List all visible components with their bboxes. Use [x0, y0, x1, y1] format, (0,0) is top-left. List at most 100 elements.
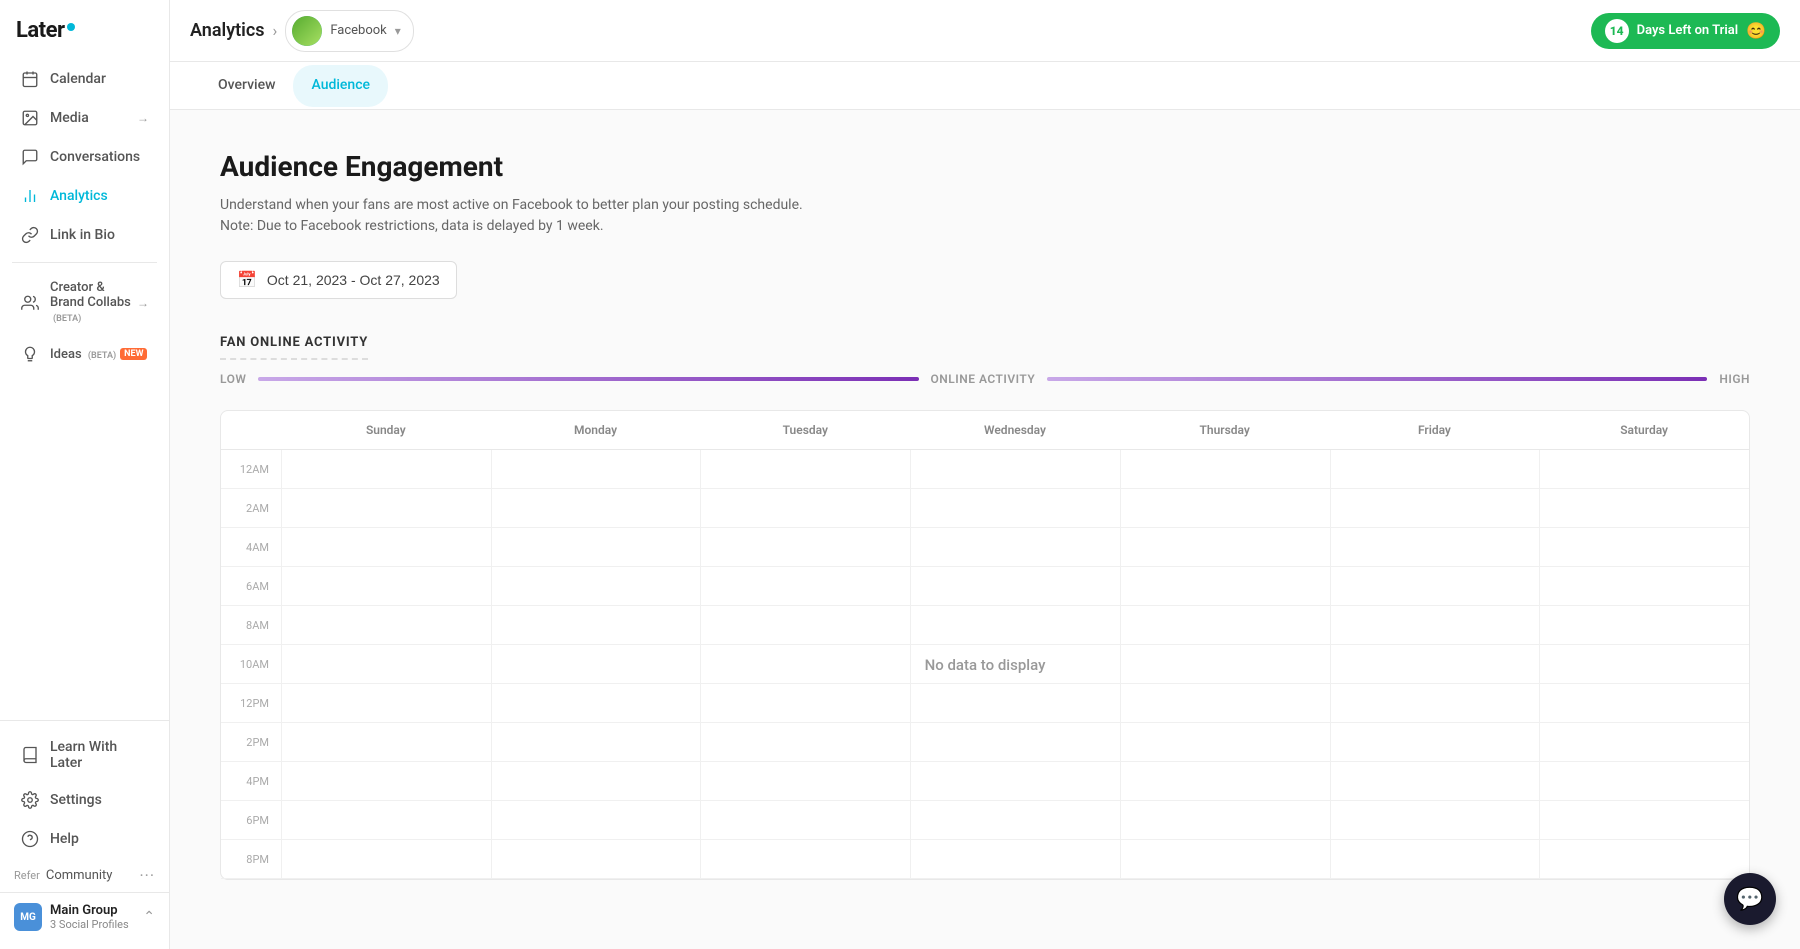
heatmap-time-label: 6AM [221, 567, 281, 605]
beta-badge-creator: (BETA) [53, 314, 81, 324]
heatmap-row: 8PM [221, 840, 1749, 879]
heatmap-cell [491, 645, 701, 683]
tab-overview[interactable]: Overview [200, 65, 293, 107]
workspace-avatar: MG [14, 903, 42, 931]
fan-activity-section: FAN ONLINE ACTIVITY LOW ONLINE ACTIVITY … [220, 331, 1750, 880]
sidebar-label-media: Media [50, 110, 89, 126]
profile-dropdown-button[interactable]: Facebook ▾ [285, 10, 414, 52]
date-range-button[interactable]: 📅 Oct 21, 2023 - Oct 27, 2023 [220, 261, 457, 299]
sidebar-bottom: Learn With Later Settings Help Refer Com… [0, 720, 169, 949]
sidebar-item-settings[interactable]: Settings [6, 781, 163, 819]
tabs-container: Overview Audience [170, 62, 1800, 110]
heatmap-cell [910, 684, 1120, 722]
chat-bubble-icon: 💬 [1736, 887, 1763, 912]
chat-button[interactable]: 💬 [1724, 873, 1776, 925]
sidebar-item-ideas[interactable]: Ideas (BETA) NEW [6, 335, 163, 373]
sidebar-label-calendar: Calendar [50, 71, 106, 87]
nav-divider-1 [12, 262, 157, 263]
sidebar-item-creator-brand[interactable]: Creator & Brand Collabs (BETA) → [6, 271, 163, 334]
logo-text: Later [16, 18, 65, 43]
heatmap-time-label: 2PM [221, 723, 281, 761]
heatmap-cell [910, 723, 1120, 761]
main-content: Analytics › Facebook ▾ 14 Days Left on T… [170, 0, 1800, 949]
heatmap-cell [1330, 684, 1540, 722]
book-icon [20, 745, 40, 765]
refer-label: Refer [14, 869, 40, 882]
heatmap-cell [1330, 723, 1540, 761]
heatmap-row: 8AM [221, 606, 1749, 645]
trial-days-number: 14 [1605, 19, 1629, 43]
heatmap-cell [910, 801, 1120, 839]
header-analytics-label: Analytics [190, 20, 265, 41]
profile-name-label: Facebook [330, 23, 386, 38]
heatmap-time-label: 4PM [221, 762, 281, 800]
heatmap-cell [1120, 606, 1330, 644]
chat-icon [20, 147, 40, 167]
heatmap-cell [1120, 801, 1330, 839]
sidebar-item-refer[interactable]: Refer Community ··· [0, 859, 169, 892]
page-description: Understand when your fans are most activ… [220, 195, 1750, 237]
image-icon [20, 108, 40, 128]
heatmap-cell [1330, 645, 1540, 683]
workspace-item[interactable]: MG Main Group 3 Social Profiles ⌃ [0, 892, 169, 941]
community-label: Community [46, 868, 113, 883]
heatmap-row: 4AM [221, 528, 1749, 567]
heatmap-col-tuesday: Tuesday [700, 411, 910, 449]
sidebar-item-help[interactable]: Help [6, 820, 163, 858]
heatmap-cell [700, 489, 910, 527]
heatmap-cell [1330, 801, 1540, 839]
heatmap-col-sunday: Sunday [281, 411, 491, 449]
workspace-sub: 3 Social Profiles [50, 918, 139, 931]
heatmap-time-label: 2AM [221, 489, 281, 527]
heatmap-cell [700, 528, 910, 566]
bulb-icon [20, 344, 40, 364]
beta-badge-ideas: (BETA) [88, 351, 116, 361]
heatmap-row: 6PM [221, 801, 1749, 840]
legend-row: LOW ONLINE ACTIVITY HIGH [220, 372, 1750, 386]
sidebar-item-learn[interactable]: Learn With Later [6, 730, 163, 780]
heatmap-col-thursday: Thursday [1120, 411, 1330, 449]
heatmap-cell [1120, 723, 1330, 761]
creator-arrow-icon: → [137, 296, 149, 310]
sidebar-item-link-in-bio[interactable]: Link in Bio [6, 216, 163, 254]
heatmap-col-friday: Friday [1330, 411, 1540, 449]
description-line1: Understand when your fans are most activ… [220, 195, 1750, 216]
sidebar-item-conversations[interactable]: Conversations [6, 138, 163, 176]
heatmap-cell [700, 762, 910, 800]
heatmap-row: 12AM [221, 450, 1749, 489]
heatmap-cell [700, 723, 910, 761]
help-icon [20, 829, 40, 849]
heatmap-cell [491, 567, 701, 605]
heatmap-row: 4PM [221, 762, 1749, 801]
heatmap-cell [1330, 606, 1540, 644]
gear-icon [20, 790, 40, 810]
page-title: Audience Engagement [220, 150, 1750, 183]
heatmap-col-monday: Monday [491, 411, 701, 449]
heatmap-cell [700, 606, 910, 644]
heatmap-row: 10AM [221, 645, 1749, 684]
heatmap-cell [491, 840, 701, 878]
heatmap-cell [1539, 489, 1749, 527]
heatmap-cell [1539, 645, 1749, 683]
profile-avatar-inner [292, 16, 322, 46]
calendar-icon: 📅 [237, 270, 257, 290]
refer-dots-icon[interactable]: ··· [139, 866, 155, 885]
heatmap-cell [1539, 528, 1749, 566]
heatmap-container: Sunday Monday Tuesday Wednesday Thursday… [220, 410, 1750, 880]
heatmap-cell [910, 840, 1120, 878]
sidebar-item-media[interactable]: Media → [6, 99, 163, 137]
section-title: FAN ONLINE ACTIVITY [220, 335, 368, 360]
heatmap-cell [1330, 528, 1540, 566]
logo-container: Later [0, 0, 169, 55]
workspace-chevron-icon: ⌃ [143, 909, 155, 925]
sidebar-item-calendar[interactable]: Calendar [6, 60, 163, 98]
heatmap-cell [1539, 450, 1749, 488]
tab-audience[interactable]: Audience [293, 65, 388, 107]
heatmap-time-label: 10AM [221, 645, 281, 683]
heatmap-cell [281, 840, 491, 878]
sidebar-nav: Calendar Media → Conversations Analytics [0, 55, 169, 720]
trial-emoji: 😊 [1746, 21, 1766, 40]
heatmap-cell [491, 606, 701, 644]
sidebar-item-analytics[interactable]: Analytics [6, 177, 163, 215]
heatmap-cell [1539, 567, 1749, 605]
